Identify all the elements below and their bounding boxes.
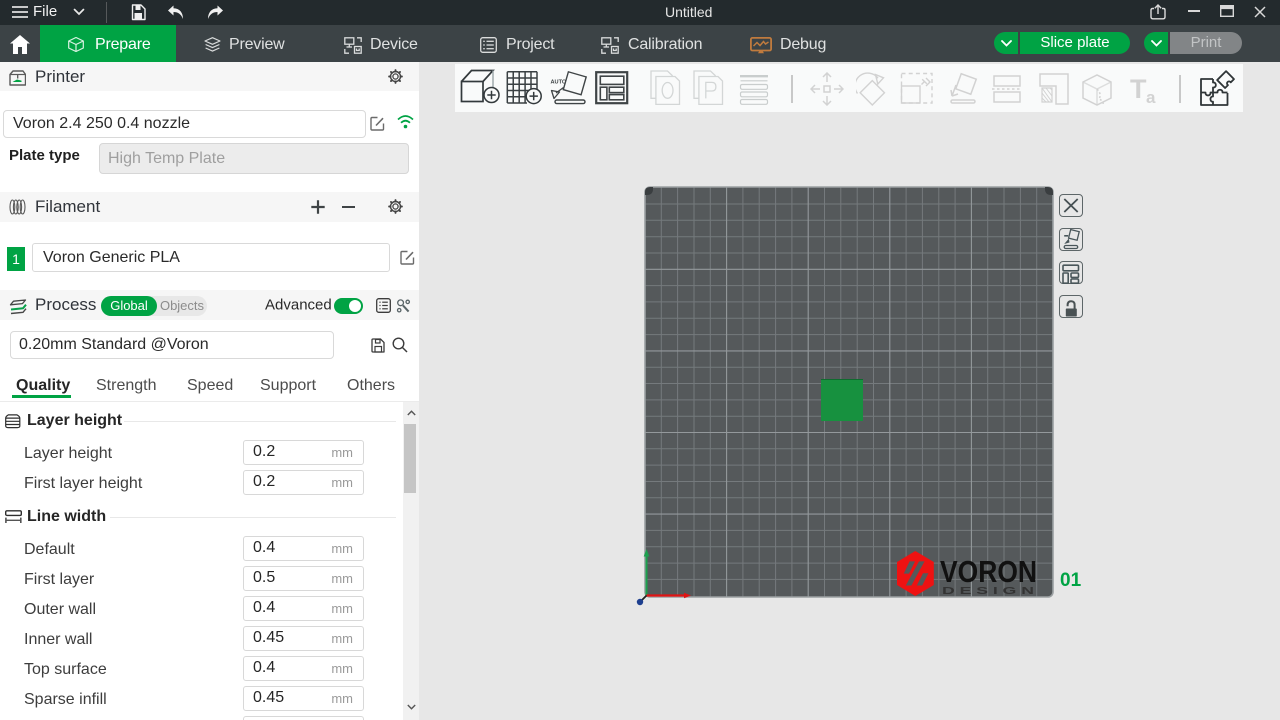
svg-text:VORON: VORON: [940, 554, 1037, 589]
svg-text:D E S I G N: D E S I G N: [942, 586, 1034, 597]
